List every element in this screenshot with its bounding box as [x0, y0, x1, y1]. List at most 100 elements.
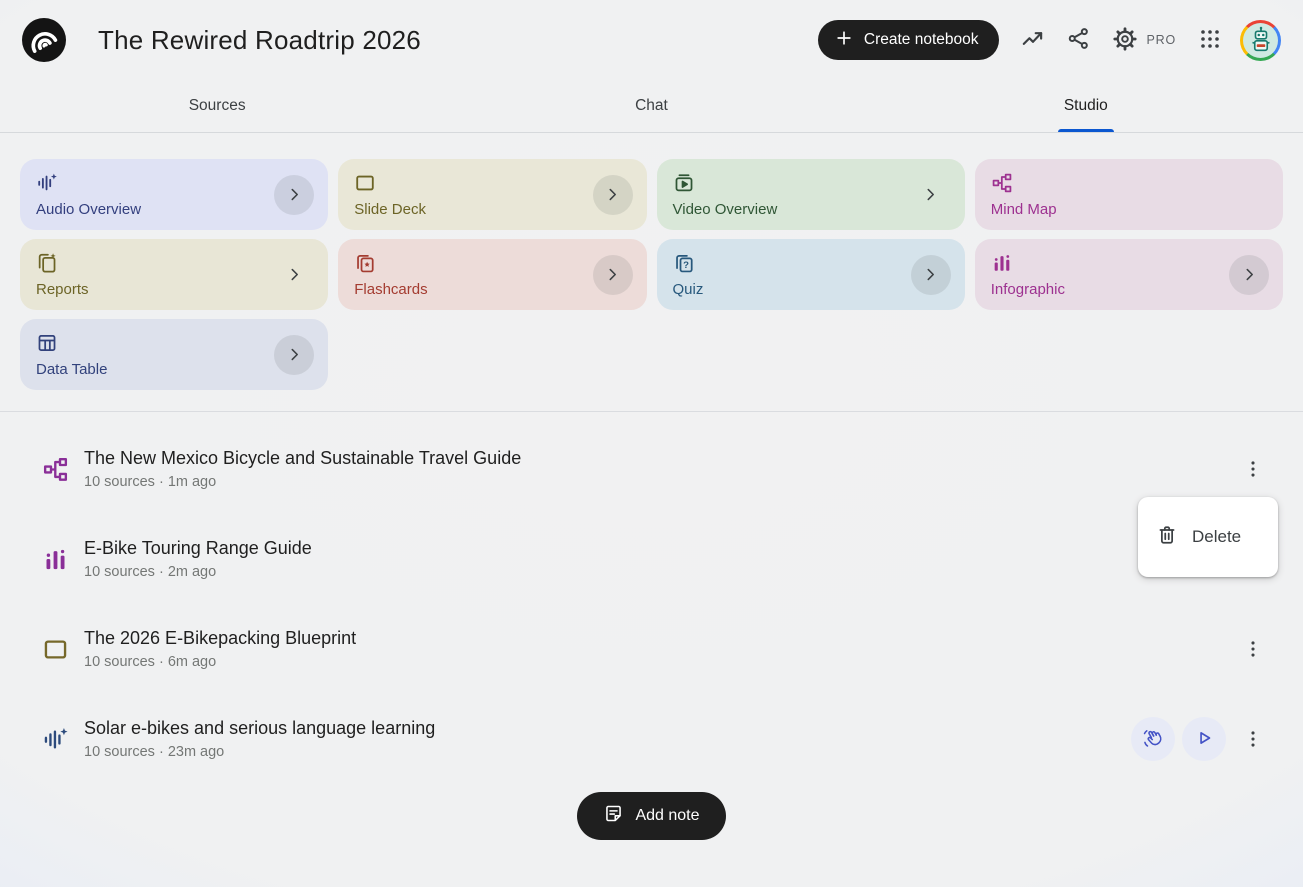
- chevron-right-icon[interactable]: [593, 175, 633, 215]
- artifact-title: The New Mexico Bicycle and Sustainable T…: [84, 448, 1233, 469]
- trending-up-icon: [1020, 26, 1046, 55]
- waving-hand-icon: [1142, 727, 1164, 752]
- tab-bar: Sources Chat Studio: [0, 80, 1303, 133]
- artifact-actions: [1233, 449, 1273, 489]
- card-label: Data Table: [36, 361, 312, 378]
- menu-item-label: Delete: [1192, 527, 1241, 547]
- svg-text:?: ?: [683, 260, 689, 271]
- card-label: Quiz: [673, 281, 949, 298]
- artifact-title: Solar e-bikes and serious language learn…: [84, 718, 1131, 739]
- artifact-row-slide-deck[interactable]: The 2026 E-Bikepacking Blueprint 10 sour…: [20, 604, 1283, 694]
- share-button[interactable]: [1059, 20, 1099, 60]
- slide-deck-icon: [354, 172, 630, 194]
- studio-card-mind-map[interactable]: Mind Map: [975, 159, 1283, 230]
- mind-map-icon: [991, 172, 1267, 194]
- chevron-right-icon[interactable]: [911, 255, 951, 295]
- pro-badge: PRO: [1147, 33, 1177, 47]
- more-options-button[interactable]: [1233, 629, 1273, 669]
- infographic-icon: [40, 546, 70, 573]
- studio-card-reports[interactable]: Reports: [20, 239, 328, 310]
- section-divider: [0, 411, 1303, 412]
- artifact-title: The 2026 E-Bikepacking Blueprint: [84, 628, 1233, 649]
- studio-card-slide-deck[interactable]: Slide Deck: [338, 159, 646, 230]
- quiz-icon: ?: [673, 252, 949, 274]
- artifact-text: Solar e-bikes and serious language learn…: [84, 718, 1131, 760]
- artifact-meta: 10 sources · 2m ago: [84, 564, 1233, 580]
- chevron-right-icon[interactable]: [274, 335, 314, 375]
- infographic-icon: [991, 252, 1267, 274]
- delete-menu-item[interactable]: Delete: [1138, 497, 1278, 577]
- mind-map-icon: [40, 456, 70, 483]
- tab-sources[interactable]: Sources: [0, 80, 434, 132]
- artifact-meta: 10 sources · 23m ago: [84, 744, 1131, 760]
- audio-waveform-sparkle-icon: [40, 726, 70, 753]
- chevron-right-icon[interactable]: [1229, 255, 1269, 295]
- chevron-right-icon[interactable]: [274, 255, 314, 295]
- studio-card-data-table[interactable]: Data Table: [20, 319, 328, 390]
- studio-card-flashcards[interactable]: Flashcards: [338, 239, 646, 310]
- studio-panel: Audio Overview Slide Deck Video Overview: [0, 133, 1303, 887]
- interactive-mode-button[interactable]: [1131, 717, 1175, 761]
- artifact-meta: 10 sources · 6m ago: [84, 654, 1233, 670]
- card-label: Reports: [36, 281, 312, 298]
- artifact-text: E-Bike Touring Range Guide 10 sources · …: [84, 538, 1233, 580]
- chevron-right-icon[interactable]: [911, 175, 951, 215]
- more-options-button[interactable]: [1233, 719, 1273, 759]
- card-label: Video Overview: [673, 201, 949, 218]
- studio-tools-grid: Audio Overview Slide Deck Video Overview: [20, 159, 1283, 390]
- app-header: The Rewired Roadtrip 2026 Create noteboo…: [0, 0, 1303, 80]
- add-note-container: Add note: [20, 792, 1283, 840]
- settings-button[interactable]: [1105, 20, 1145, 60]
- apps-grid-icon: [1198, 27, 1222, 54]
- trash-icon: [1156, 524, 1178, 551]
- artifact-row-mind-map[interactable]: The New Mexico Bicycle and Sustainable T…: [20, 424, 1283, 514]
- video-overview-icon: [673, 172, 949, 194]
- analytics-button[interactable]: [1013, 20, 1053, 60]
- play-audio-button[interactable]: [1182, 717, 1226, 761]
- chevron-right-icon[interactable]: [593, 255, 633, 295]
- studio-card-infographic[interactable]: Infographic: [975, 239, 1283, 310]
- add-note-button[interactable]: Add note: [577, 792, 725, 840]
- card-label: Infographic: [991, 281, 1267, 298]
- studio-card-audio-overview[interactable]: Audio Overview: [20, 159, 328, 230]
- note-icon: [603, 803, 624, 829]
- studio-card-quiz[interactable]: ? Quiz: [657, 239, 965, 310]
- artifact-text: The 2026 E-Bikepacking Blueprint 10 sour…: [84, 628, 1233, 670]
- reports-sparkle-icon: [36, 252, 312, 274]
- play-icon: [1193, 727, 1215, 752]
- studio-card-video-overview[interactable]: Video Overview: [657, 159, 965, 230]
- create-notebook-label: Create notebook: [864, 31, 979, 49]
- context-menu: Delete: [1138, 497, 1278, 577]
- card-label: Mind Map: [991, 201, 1267, 218]
- notebooklm-logo[interactable]: [22, 18, 66, 62]
- header-actions: Create notebook: [818, 20, 1281, 61]
- gear-icon: [1112, 26, 1138, 55]
- account-avatar[interactable]: [1240, 20, 1281, 61]
- more-options-button[interactable]: [1233, 449, 1273, 489]
- artifact-text: The New Mexico Bicycle and Sustainable T…: [84, 448, 1233, 490]
- data-table-icon: [36, 332, 312, 354]
- artifact-meta: 10 sources · 1m ago: [84, 474, 1233, 490]
- tab-chat[interactable]: Chat: [434, 80, 868, 132]
- notebook-title[interactable]: The Rewired Roadtrip 2026: [98, 25, 421, 56]
- card-label: Slide Deck: [354, 201, 630, 218]
- artifact-row-audio-overview[interactable]: Solar e-bikes and serious language learn…: [20, 694, 1283, 784]
- artifact-actions: [1131, 717, 1273, 761]
- tab-studio[interactable]: Studio: [869, 80, 1303, 132]
- flashcards-icon: [354, 252, 630, 274]
- create-notebook-button[interactable]: Create notebook: [818, 20, 999, 60]
- artifact-row-infographic[interactable]: E-Bike Touring Range Guide 10 sources · …: [20, 514, 1283, 604]
- add-note-label: Add note: [635, 807, 699, 825]
- plus-icon: [834, 28, 854, 53]
- slide-deck-icon: [40, 636, 70, 663]
- card-label: Flashcards: [354, 281, 630, 298]
- audio-waveform-sparkle-icon: [36, 172, 312, 194]
- card-label: Audio Overview: [36, 201, 312, 218]
- avatar-robot-image: [1243, 23, 1278, 58]
- apps-grid-button[interactable]: [1190, 20, 1230, 60]
- share-icon: [1066, 26, 1091, 54]
- studio-artifact-list: The New Mexico Bicycle and Sustainable T…: [20, 424, 1283, 784]
- chevron-right-icon[interactable]: [274, 175, 314, 215]
- artifact-actions: [1233, 629, 1273, 669]
- artifact-title: E-Bike Touring Range Guide: [84, 538, 1233, 559]
